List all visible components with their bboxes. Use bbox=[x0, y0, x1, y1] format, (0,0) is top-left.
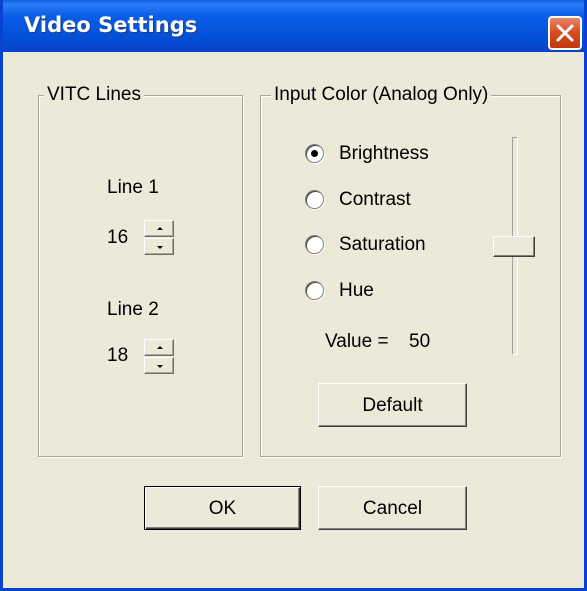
chevron-down-icon bbox=[157, 365, 163, 368]
radio-unselected-icon bbox=[305, 190, 324, 209]
line1-spin-up-button[interactable] bbox=[144, 220, 174, 237]
line2-spinner bbox=[144, 339, 174, 375]
line1-spinner bbox=[144, 220, 174, 256]
chevron-up-icon bbox=[157, 227, 163, 230]
chevron-up-icon bbox=[157, 346, 163, 349]
input-color-group-label: Input Color (Analog Only) bbox=[271, 84, 492, 106]
line1-label: Line 1 bbox=[107, 177, 159, 198]
vitc-lines-group-label: VITC Lines bbox=[44, 84, 144, 106]
close-icon bbox=[556, 24, 574, 42]
default-button[interactable]: Default bbox=[318, 383, 467, 427]
default-button-label: Default bbox=[362, 395, 423, 416]
cancel-button-label: Cancel bbox=[362, 498, 423, 519]
line2-spin-up-button[interactable] bbox=[144, 339, 174, 356]
radio-brightness-label: Brightness bbox=[339, 143, 429, 164]
radio-hue-label: Hue bbox=[339, 280, 374, 301]
ok-button[interactable]: OK bbox=[144, 486, 301, 530]
window-title: Video Settings bbox=[24, 13, 198, 37]
line2-label: Line 2 bbox=[107, 299, 159, 320]
title-bar[interactable]: Video Settings bbox=[3, 0, 584, 52]
line1-spin-down-button[interactable] bbox=[144, 238, 174, 255]
ok-button-label: OK bbox=[208, 498, 237, 519]
chevron-down-icon bbox=[157, 246, 163, 249]
cancel-button[interactable]: Cancel bbox=[318, 486, 467, 530]
radio-selected-icon bbox=[305, 144, 324, 163]
radio-unselected-icon bbox=[305, 281, 324, 300]
radio-contrast-label: Contrast bbox=[339, 189, 411, 210]
radio-saturation-label: Saturation bbox=[339, 234, 426, 255]
line1-value[interactable]: 16 bbox=[107, 226, 128, 250]
vitc-lines-group: VITC Lines bbox=[38, 84, 243, 457]
value-readout: 50 bbox=[409, 331, 431, 352]
slider-thumb[interactable] bbox=[493, 236, 535, 257]
value-label: Value = bbox=[325, 331, 389, 352]
line2-value[interactable]: 18 bbox=[107, 344, 128, 368]
video-settings-dialog: Video Settings VITC Lines Line 1 16 Line… bbox=[0, 0, 587, 591]
line2-spin-down-button[interactable] bbox=[144, 357, 174, 374]
radio-unselected-icon bbox=[305, 235, 324, 254]
close-button[interactable] bbox=[548, 16, 582, 50]
